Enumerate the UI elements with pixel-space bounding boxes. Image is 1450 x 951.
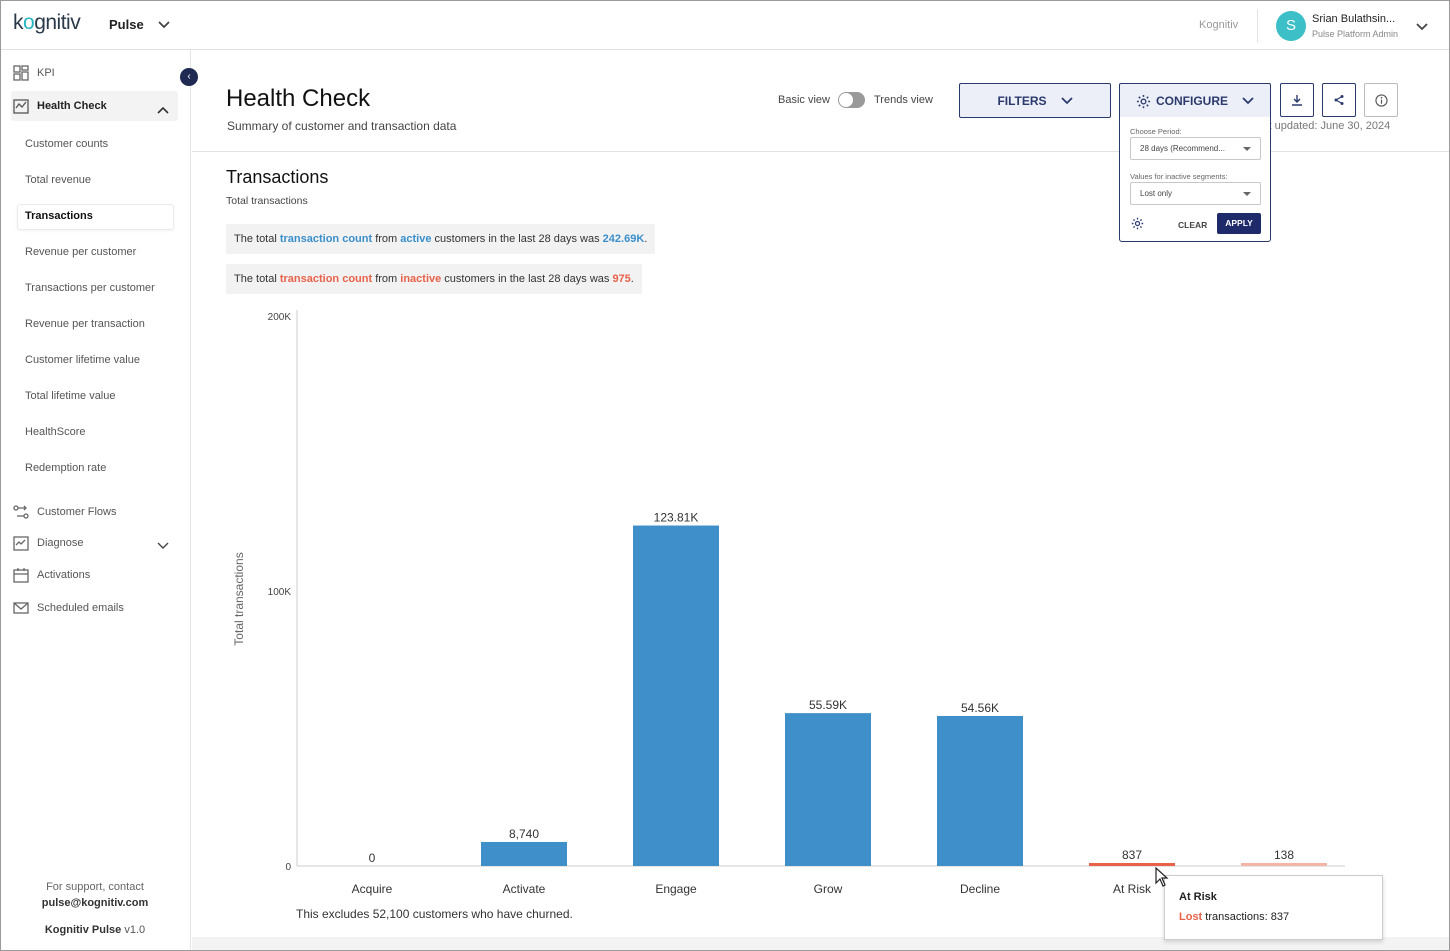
bar-value-label: 54.56K	[961, 701, 999, 715]
bar-value-label: 0	[369, 851, 376, 865]
chart-tooltip: At Risk Lost transactions: 837	[1164, 875, 1383, 940]
bar-value-label: 55.59K	[809, 698, 847, 712]
x-tick-label: Grow	[814, 882, 843, 896]
x-tick-label: Decline	[960, 882, 1000, 896]
gear-icon[interactable]	[1131, 217, 1144, 230]
churn-note: This excludes 52,100 customers who have …	[296, 907, 573, 921]
configure-panel: Choose Period: 28 days (Recommend... Val…	[1119, 117, 1271, 242]
bar-at-risk	[1089, 863, 1175, 866]
mouse-pointer-icon	[1155, 867, 1169, 887]
y-tick-label: 100K	[268, 587, 292, 598]
bar-engage	[633, 525, 719, 866]
period-select[interactable]: 28 days (Recommend...	[1130, 137, 1261, 160]
bar-activate	[481, 841, 567, 866]
inactive-segments-select[interactable]: Lost only	[1130, 182, 1261, 205]
caret-down-icon	[1243, 147, 1251, 151]
x-tick-label: Acquire	[352, 882, 393, 896]
x-tick-label: Engage	[655, 882, 697, 896]
inactive-segments-value: Lost only	[1140, 189, 1173, 198]
clear-button[interactable]: CLEAR	[1178, 220, 1207, 230]
x-tick-label: At Risk	[1113, 882, 1152, 896]
tooltip-title: At Risk	[1179, 891, 1217, 903]
bar-grow	[785, 713, 871, 866]
caret-down-icon	[1243, 192, 1251, 196]
period-label: Choose Period:	[1130, 127, 1182, 136]
bar-value-label: 8,740	[509, 827, 539, 841]
y-axis-label: Total transactions	[232, 552, 246, 645]
apply-button[interactable]: APPLY	[1217, 213, 1261, 234]
x-tick-label: Activate	[503, 882, 546, 896]
y-tick-label: 0	[285, 862, 291, 873]
inactive-segments-label: Values for inactive segments:	[1130, 172, 1228, 181]
bar-decline	[937, 715, 1023, 866]
bar-value-label: 123.81K	[654, 511, 699, 525]
collapse-sidebar-button[interactable]: ‹	[180, 68, 198, 86]
bar-lost	[1241, 863, 1327, 866]
tooltip-body: Lost transactions: 837	[1179, 911, 1290, 923]
y-tick-label: 200K	[268, 312, 292, 323]
bar-value-label: 138	[1274, 848, 1294, 862]
bar-value-label: 837	[1122, 848, 1142, 862]
period-value: 28 days (Recommend...	[1140, 144, 1225, 153]
